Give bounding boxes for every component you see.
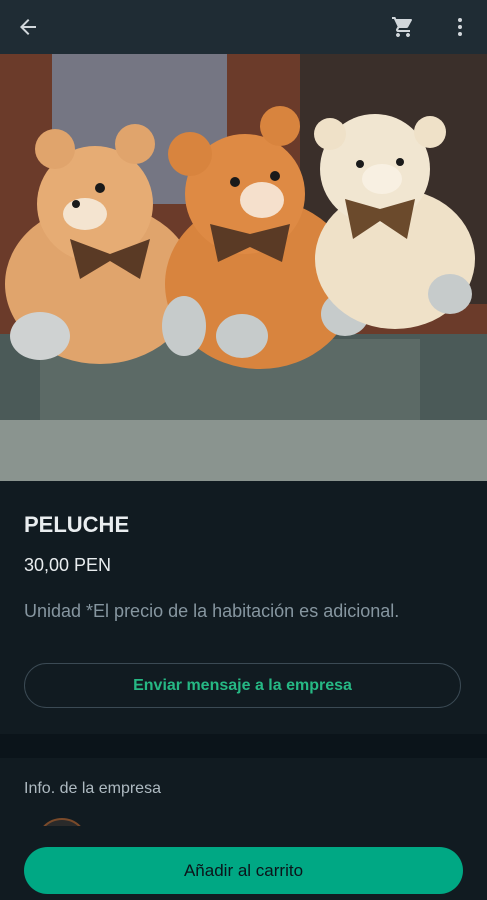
product-description: Unidad *El precio de la habitación es ad… [24,601,400,621]
back-arrow-icon[interactable] [14,13,42,41]
shopping-cart-icon[interactable] [389,13,417,41]
more-vertical-icon[interactable] [446,13,474,41]
message-business-button[interactable]: Enviar mensaje a la empresa [24,663,461,708]
product-title: PELUCHE [24,512,130,537]
teddy-bears-illustration [0,54,487,420]
section-divider [0,734,487,758]
company-info-label: Info. de la empresa [24,780,161,797]
add-to-cart-button[interactable]: Añadir al carrito [24,847,463,894]
product-image [0,54,487,420]
image-footer-band [0,420,487,481]
product-price: 30,00 PEN [24,555,112,575]
top-app-bar [0,0,487,54]
